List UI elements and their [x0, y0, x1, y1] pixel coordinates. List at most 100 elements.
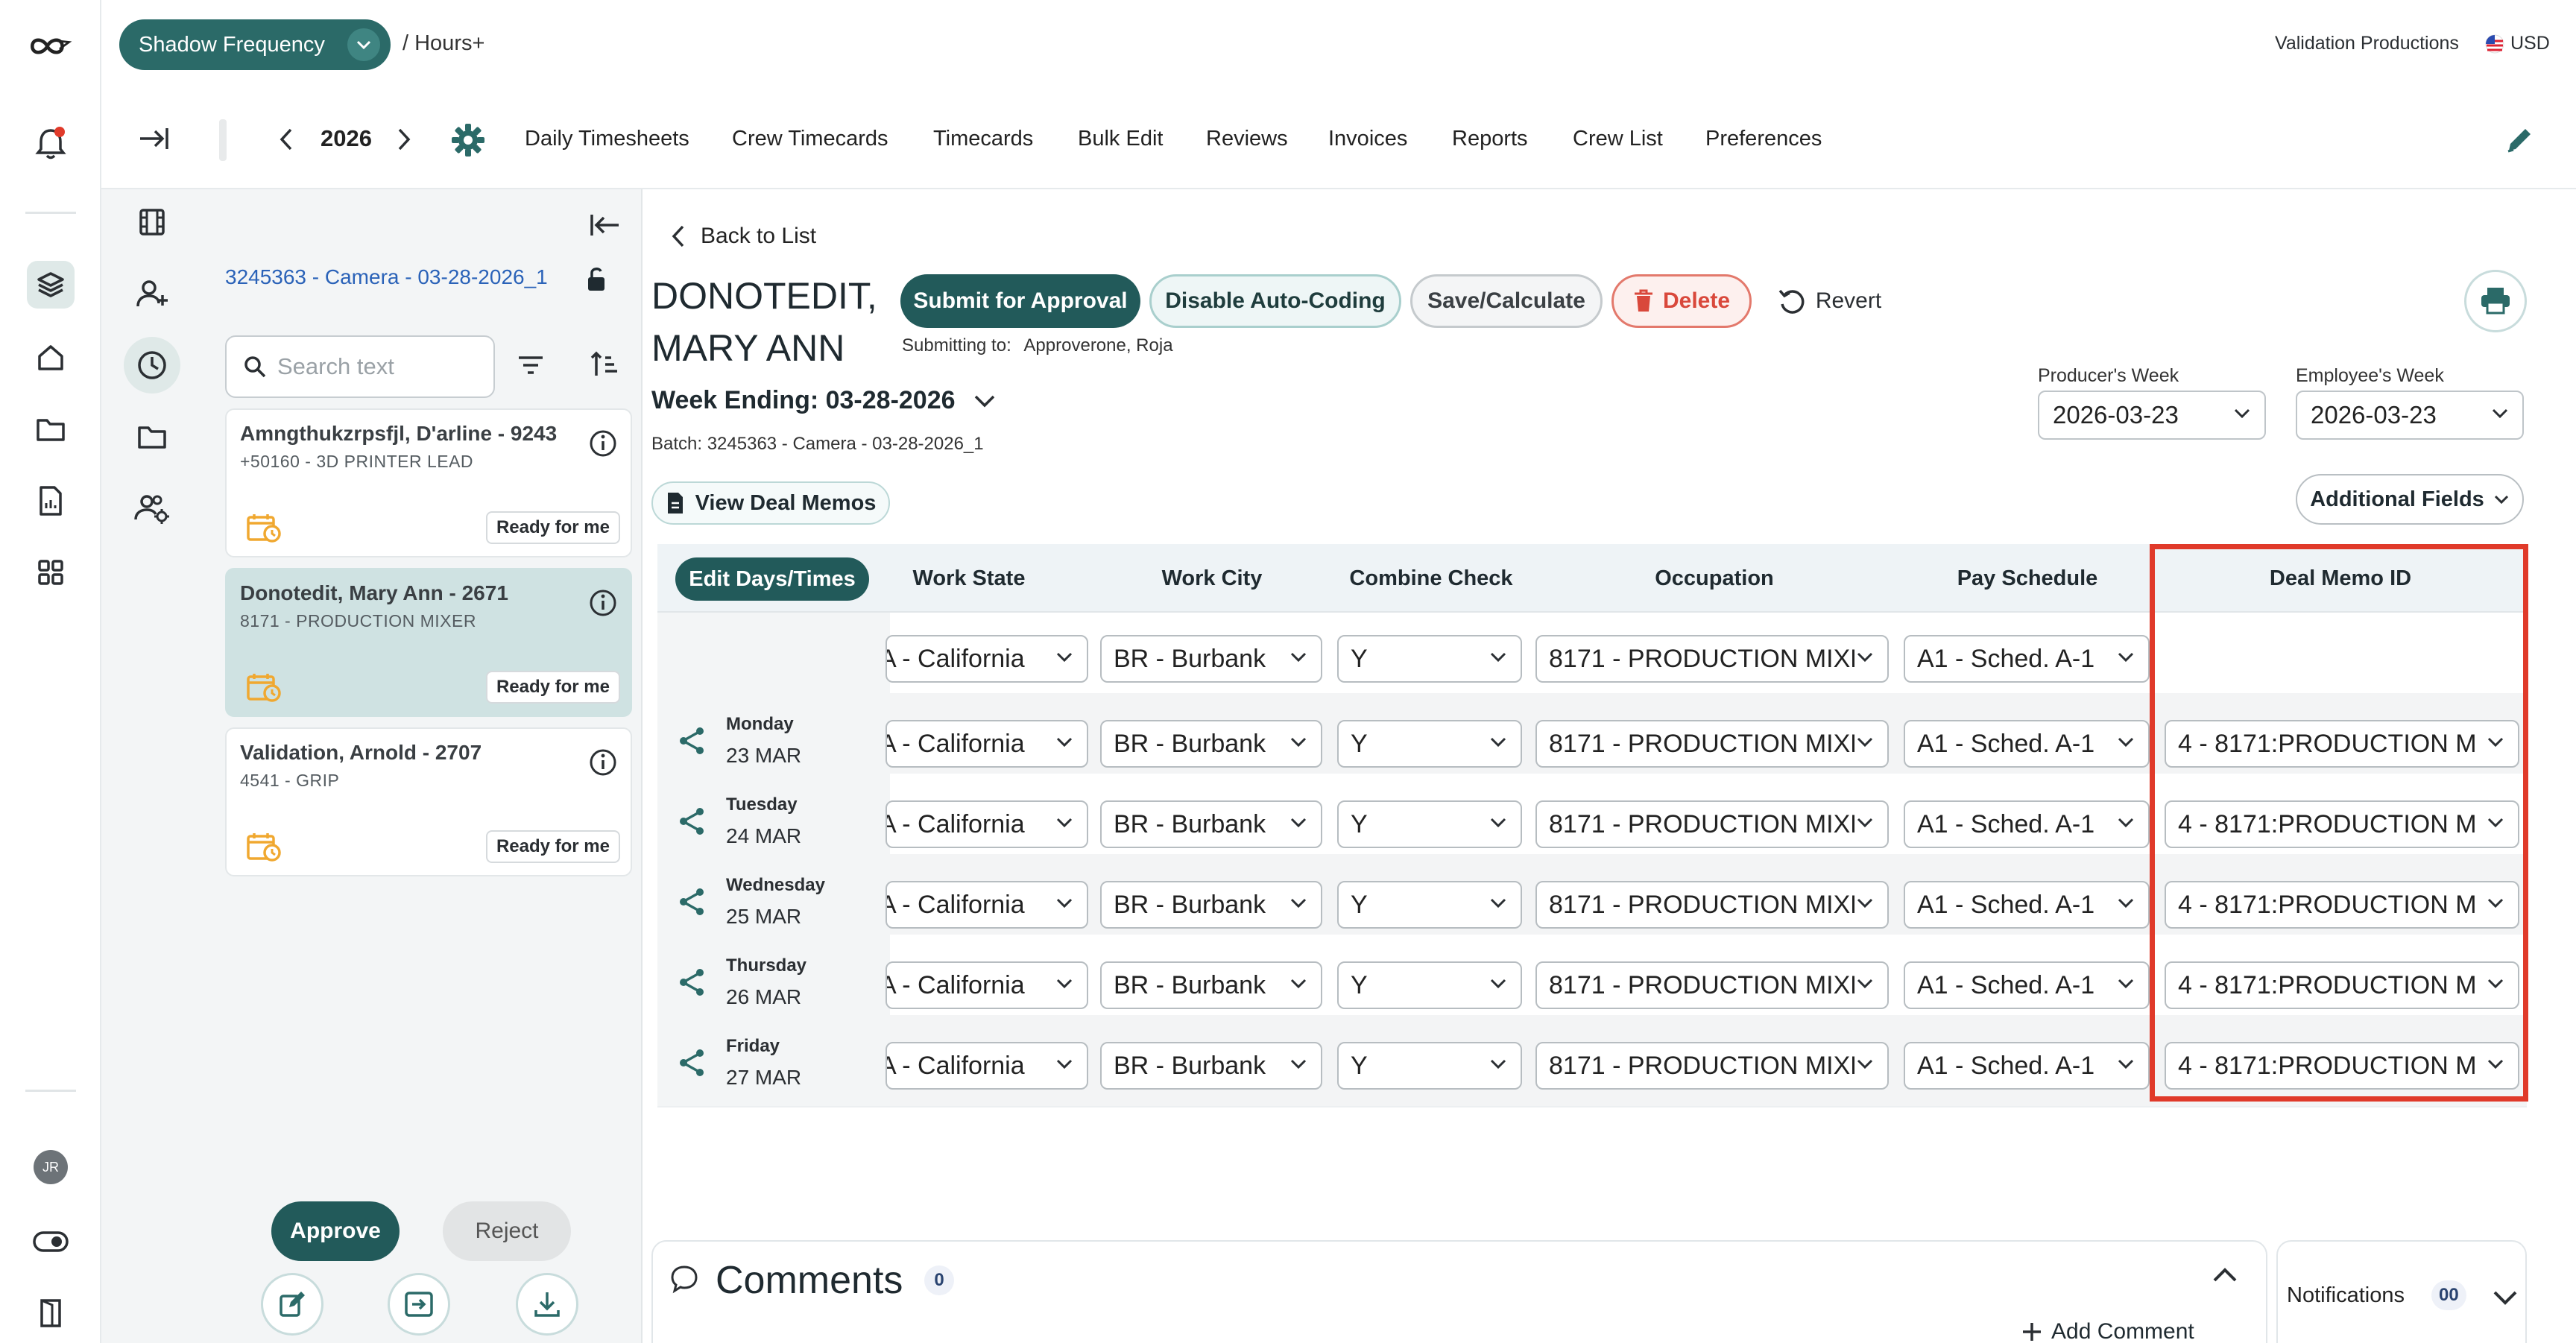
add-comment-button[interactable]: Add Comment: [2020, 1319, 2194, 1343]
pay-schedule-select[interactable]: A1 - Sched. A-1: [1904, 961, 2150, 1009]
occupation-select[interactable]: 8171 - PRODUCTION MIXE: [1535, 881, 1889, 929]
work-state-select[interactable]: A - California: [886, 720, 1088, 768]
delete-button[interactable]: Delete: [1611, 274, 1752, 328]
clock-icon[interactable]: [124, 337, 180, 394]
nav-reports[interactable]: Reports: [1452, 127, 1528, 151]
production-selector[interactable]: Shadow Frequency: [119, 19, 391, 70]
folder-icon[interactable]: [124, 408, 180, 465]
add-user-icon[interactable]: [124, 265, 180, 322]
work-city-select[interactable]: BR - Burbank: [1100, 800, 1322, 848]
save-calculate-button[interactable]: Save/Calculate: [1410, 274, 1603, 328]
nav-preferences[interactable]: Preferences: [1705, 127, 1822, 151]
column-header-pay-schedule[interactable]: Pay Schedule: [1908, 566, 2147, 591]
column-header-work-city[interactable]: Work City: [1130, 566, 1294, 591]
collapse-panel-icon[interactable]: [589, 212, 623, 238]
disable-auto-coding-button[interactable]: Disable Auto-Coding: [1149, 274, 1401, 328]
nav-crew-timecards[interactable]: Crew Timecards: [732, 127, 888, 151]
edit-pencil-icon[interactable]: [2504, 124, 2536, 155]
notification-bell-icon[interactable]: [27, 119, 75, 167]
additional-fields-button[interactable]: Additional Fields: [2296, 474, 2524, 525]
nav-crew-list[interactable]: Crew List: [1573, 127, 1663, 151]
share-icon[interactable]: [675, 885, 708, 918]
nav-bulk-edit[interactable]: Bulk Edit: [1078, 127, 1163, 151]
breadcrumb[interactable]: / Hours+: [402, 31, 484, 56]
info-icon[interactable]: [589, 429, 617, 458]
share-icon[interactable]: [675, 966, 708, 999]
combine-check-select[interactable]: Y: [1337, 961, 1522, 1009]
user-avatar[interactable]: JR: [27, 1143, 75, 1191]
work-state-select[interactable]: A - California: [886, 800, 1088, 848]
work-city-select[interactable]: BR - Burbank: [1100, 635, 1322, 683]
share-icon[interactable]: [675, 724, 708, 757]
batch-link[interactable]: 3245363 - Camera - 03-28-2026_1: [225, 265, 548, 289]
search-field[interactable]: [225, 335, 495, 398]
pay-schedule-select[interactable]: A1 - Sched. A-1: [1904, 881, 2150, 929]
work-state-select[interactable]: A - California: [886, 881, 1088, 929]
column-header-combine-check[interactable]: Combine Check: [1334, 566, 1528, 591]
pay-schedule-select[interactable]: A1 - Sched. A-1: [1904, 720, 2150, 768]
exit-door-icon[interactable]: [27, 1289, 75, 1337]
occupation-select[interactable]: 8171 - PRODUCTION MIXE: [1535, 961, 1889, 1009]
filter-icon[interactable]: [516, 350, 546, 380]
pay-schedule-select[interactable]: A1 - Sched. A-1: [1904, 635, 2150, 683]
move-button[interactable]: [388, 1273, 450, 1336]
edit-note-button[interactable]: [261, 1273, 323, 1336]
app-logo[interactable]: [27, 22, 75, 70]
expand-sidebar-icon[interactable]: [137, 124, 171, 154]
company-name[interactable]: Validation Productions: [2275, 33, 2459, 54]
nav-timecards[interactable]: Timecards: [933, 127, 1033, 151]
work-city-select[interactable]: BR - Burbank: [1100, 1042, 1322, 1090]
document-icon[interactable]: [27, 477, 75, 525]
producers-week-select[interactable]: 2026-03-23: [2038, 391, 2266, 440]
nav-reviews[interactable]: Reviews: [1206, 127, 1288, 151]
share-icon[interactable]: [675, 805, 708, 838]
work-city-select[interactable]: BR - Burbank: [1100, 720, 1322, 768]
home-icon[interactable]: [27, 334, 75, 382]
occupation-select[interactable]: 8171 - PRODUCTION MIXE: [1535, 800, 1889, 848]
occupation-select[interactable]: 8171 - PRODUCTION MIXE: [1535, 720, 1889, 768]
info-icon[interactable]: [589, 589, 617, 617]
info-icon[interactable]: [589, 748, 617, 777]
combine-check-select[interactable]: Y: [1337, 720, 1522, 768]
previous-year-icon[interactable]: [277, 127, 295, 152]
unlock-icon[interactable]: [586, 265, 607, 292]
apps-grid-icon[interactable]: [27, 549, 75, 596]
film-icon[interactable]: [124, 194, 180, 250]
work-city-select[interactable]: BR - Burbank: [1100, 881, 1322, 929]
work-city-select[interactable]: BR - Burbank: [1100, 961, 1322, 1009]
print-button[interactable]: [2464, 270, 2527, 332]
approve-button[interactable]: Approve: [271, 1201, 400, 1261]
combine-check-select[interactable]: Y: [1337, 881, 1522, 929]
employees-week-select[interactable]: 2026-03-23: [2296, 391, 2524, 440]
toggle-icon[interactable]: [27, 1218, 75, 1265]
download-button[interactable]: [516, 1273, 578, 1336]
combine-check-select[interactable]: Y: [1337, 1042, 1522, 1090]
employee-card[interactable]: Amngthukzrpsfjl, D'arline - 9243 +50160 …: [225, 408, 632, 557]
column-header-occupation[interactable]: Occupation: [1565, 566, 1863, 591]
chevron-up-icon[interactable]: [2212, 1267, 2238, 1283]
revert-button[interactable]: Revert: [1774, 274, 1884, 328]
next-year-icon[interactable]: [395, 127, 413, 152]
search-input[interactable]: [277, 353, 486, 380]
nav-daily-timesheets[interactable]: Daily Timesheets: [525, 127, 689, 151]
work-state-select[interactable]: A - California: [886, 1042, 1088, 1090]
settings-gear-icon[interactable]: [450, 122, 486, 158]
share-icon[interactable]: [675, 1046, 708, 1079]
view-deal-memos-button[interactable]: View Deal Memos: [651, 481, 890, 525]
occupation-select[interactable]: 8171 - PRODUCTION MIXE: [1535, 635, 1889, 683]
reject-button[interactable]: Reject: [443, 1201, 571, 1261]
folder-icon[interactable]: [27, 405, 75, 453]
combine-check-select[interactable]: Y: [1337, 635, 1522, 683]
back-to-list-link[interactable]: Back to List: [671, 224, 816, 249]
layers-icon[interactable]: [27, 261, 75, 309]
column-header-work-state[interactable]: Work State: [909, 566, 1029, 591]
employee-card[interactable]: Validation, Arnold - 2707 4541 - GRIP Re…: [225, 727, 632, 876]
chevron-down-icon[interactable]: [2493, 1289, 2518, 1306]
nav-invoices[interactable]: Invoices: [1328, 127, 1407, 151]
submit-for-approval-button[interactable]: Submit for Approval: [900, 274, 1140, 328]
work-state-select[interactable]: A - California: [886, 961, 1088, 1009]
team-settings-icon[interactable]: [124, 480, 180, 537]
sort-icon[interactable]: [589, 349, 620, 380]
pay-schedule-select[interactable]: A1 - Sched. A-1: [1904, 1042, 2150, 1090]
occupation-select[interactable]: 8171 - PRODUCTION MIXE: [1535, 1042, 1889, 1090]
